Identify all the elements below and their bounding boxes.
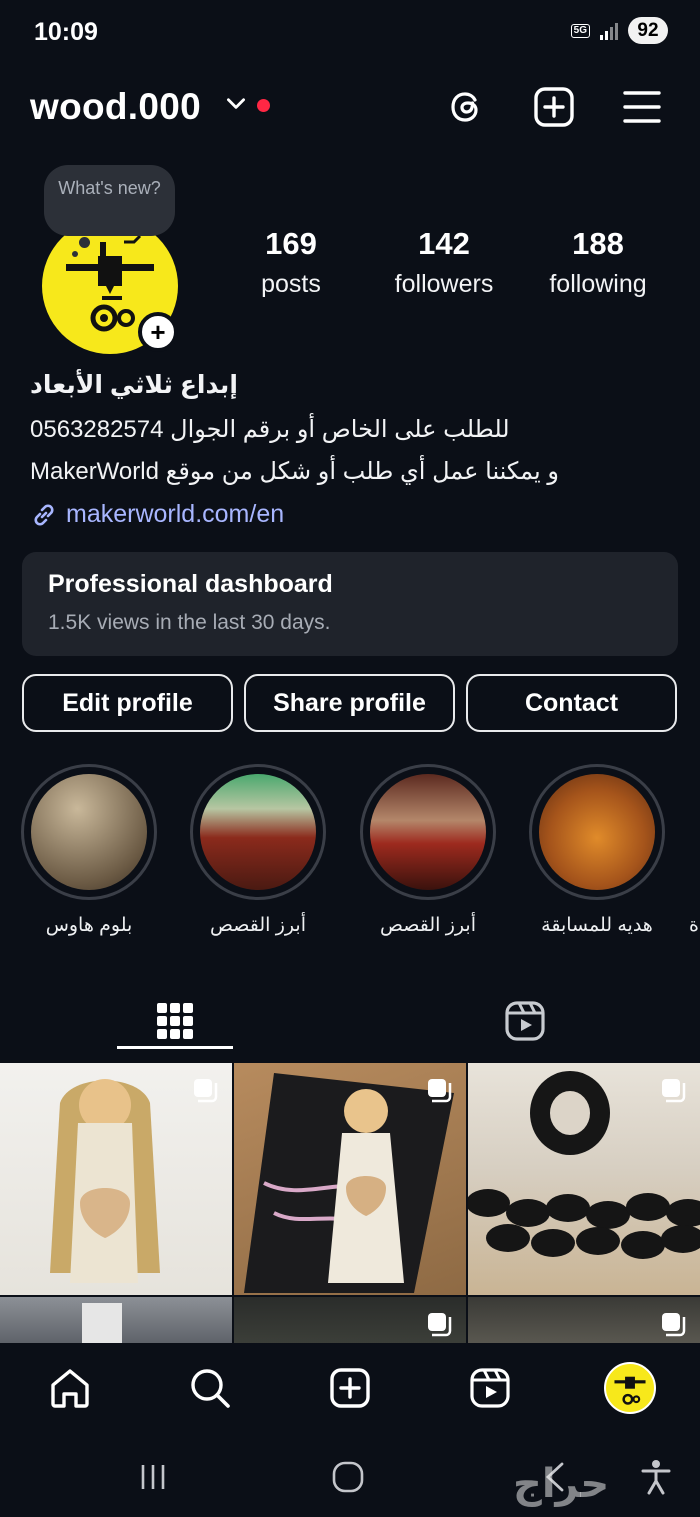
- post-tile[interactable]: [468, 1063, 700, 1295]
- profile-avatar-icon: [604, 1362, 656, 1414]
- bio-line: للطلب على الخاص أو برقم الجوال 056328257…: [30, 416, 510, 443]
- note-bubble[interactable]: What's new?: [44, 165, 175, 236]
- profile-avatar[interactable]: +: [42, 218, 178, 354]
- multi-photo-icon: [428, 1313, 452, 1337]
- recent-apps-icon: [141, 1465, 165, 1489]
- story-highlight[interactable]: أبرز القصص: [360, 764, 496, 937]
- nav-create[interactable]: [325, 1363, 375, 1413]
- plus-square-icon: [534, 87, 574, 127]
- profile-tabs: [0, 990, 700, 1062]
- story-highlight[interactable]: بلوم هاوس: [21, 764, 157, 937]
- link-icon: [34, 503, 54, 526]
- nav-profile[interactable]: [603, 1361, 657, 1415]
- highlight-label: هديه للمسابقة: [541, 915, 653, 936]
- bio-line: و يمكننا عمل أي طلب أو شكل من موقع Maker…: [30, 458, 559, 485]
- menu-button[interactable]: [619, 84, 665, 130]
- post-tile[interactable]: [0, 1063, 232, 1295]
- stat-label: posts: [261, 270, 321, 298]
- highlight-label: بلوم هاوس: [45, 915, 133, 936]
- contact-button[interactable]: Contact: [466, 674, 677, 732]
- highlight-cover: [370, 774, 486, 890]
- home-system-button[interactable]: [328, 1457, 368, 1497]
- edit-profile-button[interactable]: Edit profile: [22, 674, 233, 732]
- username-switcher[interactable]: wood.000: [30, 86, 201, 128]
- nav-search[interactable]: [185, 1363, 235, 1413]
- status-time: 10:09: [34, 18, 98, 46]
- create-icon: [330, 1368, 370, 1408]
- active-tab-indicator: [117, 1046, 233, 1049]
- status-indicators: 5G 92: [570, 17, 668, 44]
- post-image: [82, 1303, 122, 1343]
- stat-value: 142: [418, 226, 470, 261]
- signal-icon: [600, 22, 618, 40]
- home-circle-icon: [332, 1461, 364, 1493]
- dashboard-title: Professional dashboard: [48, 570, 333, 598]
- nav-reels[interactable]: [465, 1363, 515, 1413]
- nav-home[interactable]: [45, 1363, 95, 1413]
- bio-link[interactable]: makerworld.com/en: [30, 500, 284, 529]
- multi-photo-icon: [428, 1079, 452, 1103]
- multi-photo-icon: [662, 1079, 686, 1103]
- system-navigation-bar: حراج: [0, 1433, 700, 1517]
- threads-icon: [451, 92, 478, 122]
- bottom-navigation: [0, 1343, 700, 1433]
- highlight-cover: [200, 774, 316, 890]
- professional-dashboard-card[interactable]: Professional dashboard 1.5K views in the…: [22, 552, 678, 656]
- highlight-label: أبرز القصص: [210, 915, 306, 936]
- network-badge: 5G: [570, 23, 590, 38]
- add-story-button[interactable]: +: [138, 312, 178, 352]
- create-post-button[interactable]: [531, 84, 577, 130]
- dashboard-subtitle: 1.5K views in the last 30 days.: [48, 611, 331, 634]
- grid-icon: [157, 1003, 193, 1039]
- battery-indicator: 92: [628, 17, 668, 44]
- post-tile[interactable]: [0, 1297, 232, 1343]
- bio-display-name: إبداع ثلاثي الأبعاد: [30, 371, 238, 399]
- stat-value: 169: [265, 226, 317, 261]
- notification-dot: [257, 99, 270, 112]
- search-icon: [191, 1369, 230, 1408]
- stat-posts[interactable]: 169 posts: [221, 226, 361, 299]
- recent-apps-button[interactable]: [133, 1457, 173, 1497]
- multi-photo-icon: [194, 1079, 218, 1103]
- story-highlight[interactable]: أبرز القصص: [190, 764, 326, 937]
- reels-icon: [470, 1368, 510, 1408]
- accessibility-button[interactable]: [636, 1457, 676, 1497]
- tab-posts-grid[interactable]: [117, 990, 233, 1052]
- highlight-label: أبرز القصص: [380, 915, 476, 936]
- watermark-logo: حراج: [513, 1462, 610, 1506]
- tab-reels[interactable]: [467, 990, 583, 1052]
- stat-value: 188: [572, 226, 624, 261]
- post-tile[interactable]: [234, 1063, 466, 1295]
- share-profile-button[interactable]: Share profile: [244, 674, 455, 732]
- accessibility-icon: [641, 1460, 671, 1495]
- home-icon: [51, 1369, 89, 1408]
- profile-header: wood.000: [0, 80, 700, 134]
- stat-label: following: [549, 270, 647, 298]
- threads-button[interactable]: [443, 84, 489, 130]
- bio-link-text: makerworld.com/en: [66, 500, 285, 528]
- post-tile[interactable]: [468, 1297, 700, 1343]
- highlight-cover: [31, 774, 147, 890]
- stat-followers[interactable]: 142 followers: [374, 226, 514, 299]
- reels-icon: [505, 1001, 545, 1041]
- highlight-cover: [539, 774, 655, 890]
- status-bar: 10:09 5G 92: [0, 0, 700, 66]
- note-bubble-tail: [79, 237, 90, 248]
- stat-following[interactable]: 188 following: [528, 226, 668, 299]
- highlight-label: ة: [689, 915, 699, 936]
- note-bubble-tail-small: [72, 251, 78, 257]
- story-highlight-partial[interactable]: ة: [689, 764, 700, 937]
- chevron-down-icon[interactable]: [223, 90, 249, 116]
- multi-photo-icon: [662, 1313, 686, 1337]
- post-tile[interactable]: [234, 1297, 466, 1343]
- posts-grid: [0, 1063, 700, 1343]
- stat-label: followers: [394, 270, 494, 298]
- story-highlight[interactable]: هديه للمسابقة: [529, 764, 665, 937]
- hamburger-menu-icon: [623, 91, 661, 123]
